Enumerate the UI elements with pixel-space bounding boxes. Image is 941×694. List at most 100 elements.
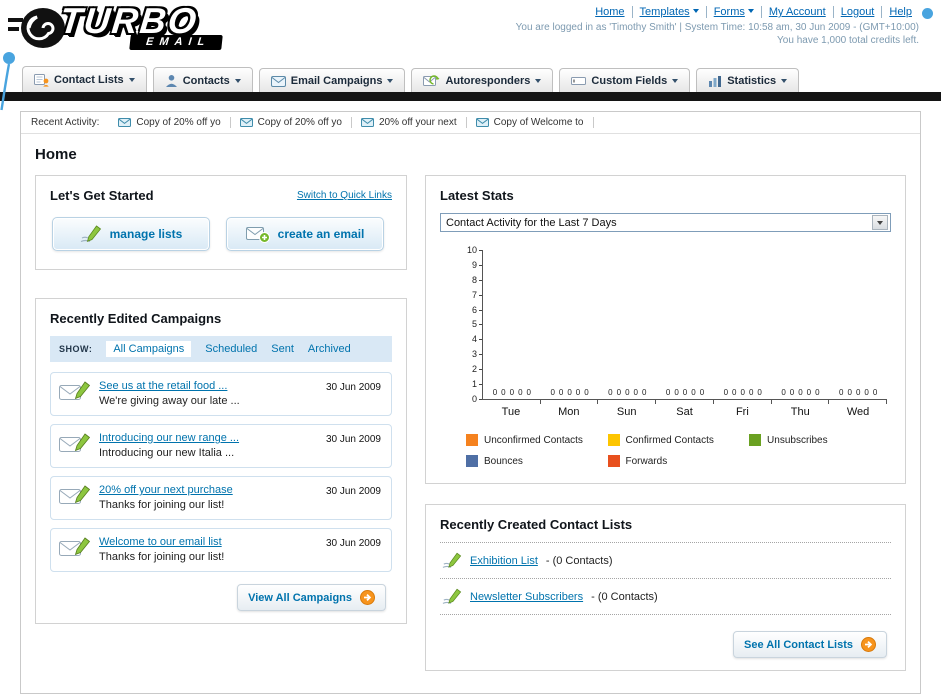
bar-value-label: 0 <box>509 388 515 397</box>
nav-tab-email-campaigns[interactable]: Email Campaigns <box>258 68 406 92</box>
campaign-date: 30 Jun 2009 <box>325 434 381 445</box>
campaign-date: 30 Jun 2009 <box>325 486 381 497</box>
create-email-button[interactable]: create an email <box>226 217 384 251</box>
campaign-subtitle: We're giving away our late ... <box>99 395 240 407</box>
top-link-help[interactable]: Help <box>881 6 919 18</box>
switch-to-quick-links[interactable]: Switch to Quick Links <box>297 190 392 201</box>
top-link-templates[interactable]: Templates <box>631 6 706 18</box>
bar-value-label: 0 <box>699 388 705 397</box>
campaign-row[interactable]: Introducing our new range ... Introducin… <box>50 424 392 468</box>
custom-fields-icon <box>571 75 587 87</box>
chart-plot: 00000000000000000000000000000000000 <box>482 250 887 404</box>
legend-swatch <box>749 434 762 446</box>
campaign-title-link[interactable]: Welcome to our email list <box>99 536 299 548</box>
legend-item: Bounces <box>466 455 608 467</box>
y-tick-label: 5 <box>472 320 482 329</box>
bar-value-labels: 00000 <box>829 388 887 397</box>
pencil-icon <box>442 552 462 569</box>
nav-tab-statistics[interactable]: Statistics <box>696 68 800 92</box>
header-right: Home Templates Forms My Account Logout Help Y… <box>515 6 933 46</box>
bar-value-label: 0 <box>674 388 679 397</box>
see-all-contact-lists-button[interactable]: See All Contact Lists <box>732 631 887 658</box>
top-link-my-account[interactable]: My Account <box>760 6 833 18</box>
recent-activity-item[interactable]: Copy of 20% off yo <box>231 117 352 128</box>
recent-activity-text: Copy of Welcome to <box>493 117 584 128</box>
x-axis-label: Sat <box>676 406 693 418</box>
top-link-forms[interactable]: Forms <box>705 6 761 18</box>
bar-value-label: 0 <box>723 388 729 397</box>
nav-tab-autoresponders[interactable]: Autoresponders <box>411 68 554 92</box>
email-icon <box>118 118 132 127</box>
manage-lists-button[interactable]: manage lists <box>52 217 210 251</box>
speed-line <box>8 27 19 31</box>
campaign-title-link[interactable]: See us at the retail food ... <box>99 380 299 392</box>
contact-list-row[interactable]: Exhibition List - (0 Contacts) <box>440 543 891 579</box>
logo-text: TURBO <box>57 0 201 41</box>
contact-list-link[interactable]: Newsletter Subscribers <box>470 591 583 603</box>
bar-value-label: 0 <box>682 388 688 397</box>
campaign-date: 30 Jun 2009 <box>325 538 381 549</box>
campaign-title-link[interactable]: 20% off your next purchase <box>99 484 299 496</box>
contact-list-row[interactable]: Newsletter Subscribers - (0 Contacts) <box>440 579 891 615</box>
filter-scheduled[interactable]: Scheduled <box>205 343 257 355</box>
stats-period-select[interactable]: Contact Activity for the Last 7 Days <box>440 213 891 232</box>
recent-activity-item[interactable]: Copy of 20% off yo <box>109 117 231 128</box>
chevron-down-icon <box>781 79 788 86</box>
logo-text-block: TURBO EMAIL <box>58 0 224 51</box>
nav-tab-label: Custom Fields <box>591 75 668 87</box>
nav-tab-label: Autoresponders <box>445 75 531 87</box>
campaign-row[interactable]: 20% off your next purchase Thanks for jo… <box>50 476 392 520</box>
nav-tab-label: Contact Lists <box>54 74 124 86</box>
chevron-down-icon <box>747 9 754 16</box>
see-all-contact-lists-label: See All Contact Lists <box>743 638 853 651</box>
bar-value-label: 0 <box>633 388 638 397</box>
bar-group: 00000 <box>656 250 714 404</box>
legend-label: Confirmed Contacts <box>625 434 714 446</box>
top-link-logout[interactable]: Logout <box>832 6 882 18</box>
top-link-home[interactable]: Home <box>588 6 631 18</box>
nav-tab-custom-fields[interactable]: Custom Fields <box>559 68 691 92</box>
speed-line <box>8 18 23 22</box>
bar-value-labels: 00000 <box>772 388 830 397</box>
get-started-header: Let's Get Started Switch to Quick Links <box>50 188 392 203</box>
main-nav: Contact Lists Contacts Email Campaigns A… <box>0 66 941 92</box>
recent-activity-item[interactable]: 20% off your next <box>352 117 467 128</box>
legend-label: Forwards <box>625 455 668 467</box>
bar-value-label: 0 <box>550 388 555 397</box>
right-column: Latest Stats Contact Activity for the La… <box>425 175 906 671</box>
y-tick-label: 1 <box>472 380 482 389</box>
email-icon <box>239 118 253 127</box>
tail-line <box>0 63 11 111</box>
stats-panel: Latest Stats Contact Activity for the La… <box>425 175 906 484</box>
tail-dot <box>3 52 15 64</box>
filter-archived[interactable]: Archived <box>308 343 351 355</box>
nav-tab-contact-lists[interactable]: Contact Lists <box>22 66 147 92</box>
view-all-campaigns-label: View All Campaigns <box>248 591 352 604</box>
legend-swatch <box>607 434 620 446</box>
view-all-campaigns-button[interactable]: View All Campaigns <box>237 584 386 611</box>
statistics-icon <box>708 75 722 87</box>
email-icon <box>270 75 286 87</box>
nav-tab-contacts[interactable]: Contacts <box>152 67 253 92</box>
campaign-title-link[interactable]: Introducing our new range ... <box>99 432 299 444</box>
filter-all-campaigns[interactable]: All Campaigns <box>106 341 192 357</box>
recent-activity-item[interactable]: Copy of Welcome to <box>467 117 594 128</box>
y-tick-label: 8 <box>472 275 482 285</box>
contact-list-link[interactable]: Exhibition List <box>470 555 538 567</box>
bar-value-label: 0 <box>855 388 861 397</box>
app-window: TURBO EMAIL Home Templates Forms My Account… <box>0 0 941 694</box>
chart-x-axis: Tue Mon Sun Sat Fri Thu Wed <box>482 400 887 418</box>
campaign-row[interactable]: Welcome to our email list Thanks for joi… <box>50 528 392 572</box>
legend-swatch <box>466 455 478 467</box>
campaign-row[interactable]: See us at the retail food ... We're givi… <box>50 372 392 416</box>
logo-tail-decoration <box>0 52 15 111</box>
filter-sent[interactable]: Sent <box>271 343 294 355</box>
legend-swatch <box>607 455 620 467</box>
session-info: You are logged in as 'Timothy Smith' | S… <box>515 22 919 33</box>
bar-value-label: 0 <box>665 388 671 397</box>
campaign-date: 30 Jun 2009 <box>325 382 381 393</box>
get-started-buttons: manage lists create an email <box>50 215 392 257</box>
y-tick-label: 7 <box>472 290 482 300</box>
y-tick-label: 3 <box>472 350 482 359</box>
stats-period-value: Contact Activity for the Last 7 Days <box>446 216 617 229</box>
